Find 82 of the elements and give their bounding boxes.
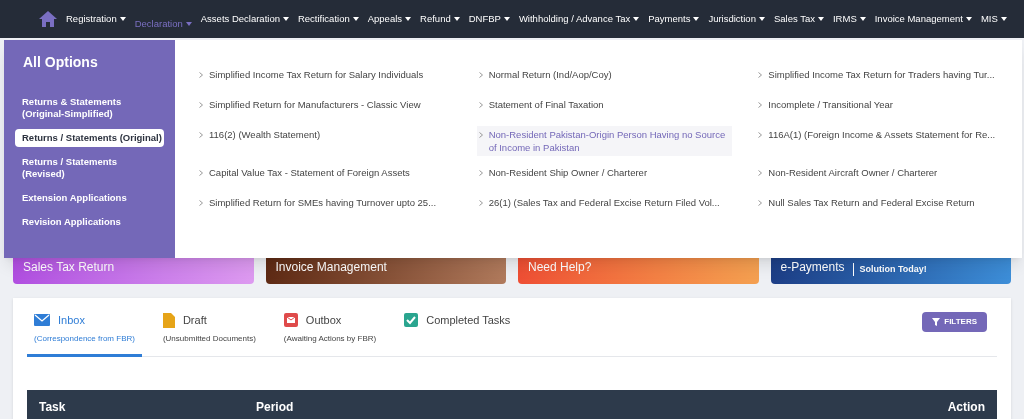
mailbox-tab[interactable]: Outbox (Awaiting Actions by FBR) [276,312,384,357]
menu-option[interactable]: Simplified Return for Manufacturers - Classic View [197,96,453,118]
menu-option[interactable]: 26(1) (Sales Tax and Federal Excise Return Filed Vol... [476,194,733,216]
banner-title: e-Payments [780,259,845,276]
category-item[interactable]: Returns & Statements (Original-Simplified) [15,93,164,123]
nav-menu-item[interactable]: Rectification [297,11,359,27]
nav-menu-item[interactable]: IRMS [832,11,866,27]
menu-option[interactable]: Normal Return (Ind/Aop/Coy) [476,66,733,88]
menu-option[interactable]: Non-Resident Ship Owner / Charterer [476,164,733,186]
chevron-icon [199,72,203,78]
nav-menu-item[interactable]: Invoice Management [874,11,972,27]
menu-option[interactable]: Non-Resident Pakistan-Origin Person Having no Source of Income in Pakistan [476,126,733,156]
chevron-icon [478,200,483,206]
chevron-icon [758,200,763,206]
chevron-icon [478,170,483,176]
caret-icon [405,17,412,21]
caret-icon [119,17,126,21]
mailbox-tab[interactable]: Inbox (Correspondence from FBR) [27,312,142,357]
caret-icon [1000,17,1007,21]
funnel-icon [932,318,941,326]
chevron-icon [758,170,763,176]
column-header: Task [39,399,67,416]
chevron-icon [199,170,203,176]
caret-icon [282,17,289,21]
category-item[interactable]: Revision Applications [15,213,164,231]
caret-icon [693,17,700,21]
category-item[interactable]: Returns / Statements (Original) [15,129,164,147]
chevron-icon [758,132,763,138]
chevron-icon [478,102,483,108]
envelope-icon [34,314,50,327]
nav-menu-item[interactable]: Payments [648,11,700,27]
banner-title: Need Help? [528,259,592,276]
chevron-icon [478,132,483,138]
chevron-icon [199,132,203,138]
nav-menu-item[interactable]: MIS [980,11,1007,27]
menu-option[interactable]: 116(2) (Wealth Statement) [197,126,453,156]
caret-icon [965,17,972,21]
caret-icon [503,17,510,21]
checkbox-icon [404,313,419,328]
nav-menu-item[interactable]: DNFBP [468,11,510,27]
column-header: Action [947,399,985,416]
nav-menu-item[interactable]: Assets Declaration [200,11,289,27]
menu-option[interactable]: Null Sales Tax Return and Federal Excise Return [756,194,1012,216]
banner-title: Invoice Management [275,259,387,276]
column-header: Period [256,399,294,416]
mailbox-tab[interactable]: Completed Tasks [397,312,518,357]
caret-icon [352,17,359,21]
menu-option[interactable]: Statement of Final Taxation [476,96,733,118]
chevron-icon [199,102,203,108]
nav-menu-item[interactable]: Withholding / Advance Tax [518,11,640,27]
mailbox-tab[interactable]: Draft (Unsubmitted Documents) [155,312,263,357]
menu-option[interactable]: Simplified Income Tax Return for Salary Individuals [197,66,453,88]
caret-icon [817,17,824,21]
banner-title: Sales Tax Return [23,259,115,276]
menu-option[interactable]: Capital Value Tax - Statement of Foreign Assets [197,164,453,186]
banner-subtitle: Solution Today! [852,262,927,276]
menu-option[interactable]: Simplified Income Tax Return for Traders having Tur... [756,66,1012,88]
chevron-icon [758,102,763,108]
menu-option[interactable]: Simplified Return for SMEs having Turnover upto 25... [197,194,453,216]
nav-menu-item[interactable]: Refund [420,11,460,27]
filters-button[interactable]: FILTERS [922,312,987,332]
document-icon [162,312,175,328]
caret-icon [453,17,460,21]
caret-icon [859,17,866,21]
envelope-icon [283,313,298,328]
category-item[interactable]: Returns / Statements (Revised) [15,153,164,183]
menu-title: All Options [22,53,99,72]
menu-option[interactable]: 116A(1) (Foreign Income & Assets Statement for Re... [756,126,1012,156]
caret-icon [633,17,640,21]
nav-menu-item[interactable]: Sales Tax [773,11,824,27]
home-icon[interactable] [38,10,58,28]
nav-menu-item[interactable]: Jurisdiction [708,11,765,27]
caret-icon [758,17,765,21]
chevron-icon [199,200,203,206]
caret-icon [185,22,192,26]
chevron-icon [478,72,483,78]
menu-option[interactable]: Non-Resident Aircraft Owner / Charterer [756,164,1012,186]
category-item[interactable]: Extension Applications [15,189,164,207]
nav-menu-item[interactable]: Appeals [367,11,412,27]
menu-option[interactable]: Incomplete / Transitional Year [756,96,1012,118]
chevron-icon [758,72,763,78]
nav-menu-item[interactable]: Registration [66,11,126,27]
